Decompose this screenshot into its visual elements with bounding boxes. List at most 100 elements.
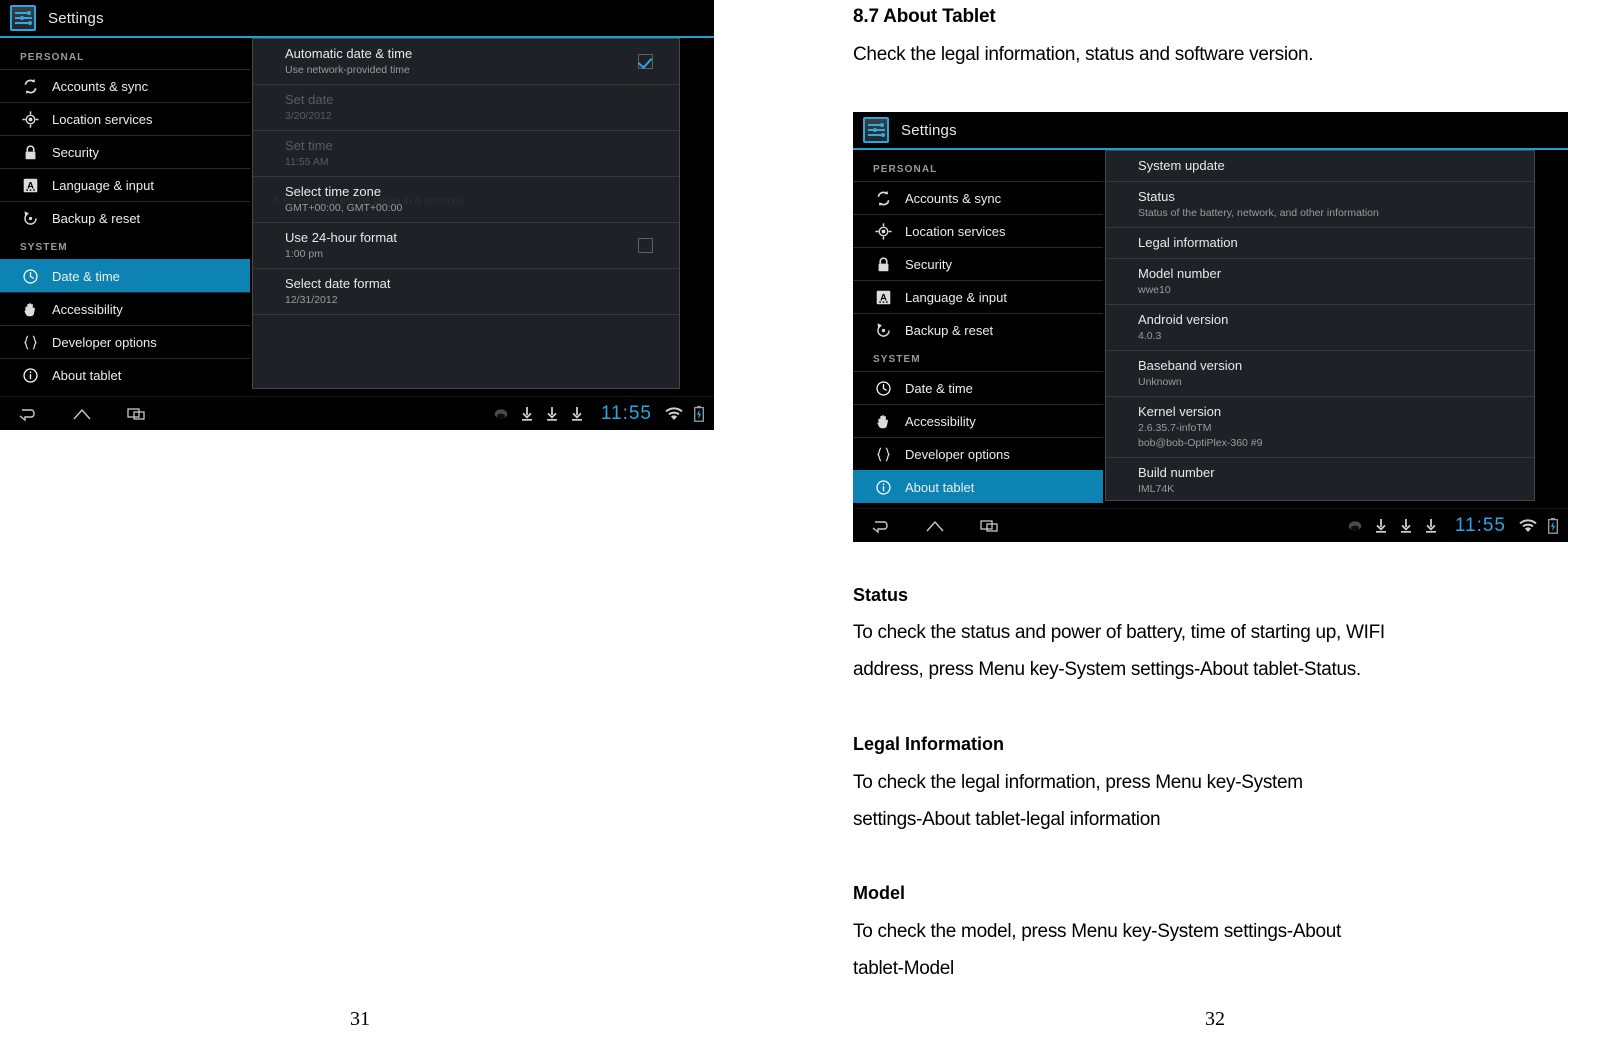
settings-row-baseband-version[interactable]: Baseband version Unknown	[1106, 351, 1534, 397]
sidebar-item-label: Backup & reset	[905, 322, 994, 338]
row-title: Set time	[285, 138, 333, 153]
download-icon[interactable]	[520, 406, 534, 422]
date-time-panel: Automatic date & time Use network-provid…	[252, 38, 680, 389]
sidebar-item-label: About tablet	[905, 479, 975, 495]
settings-row-automatic-date-time[interactable]: Automatic date & time Use network-provid…	[253, 39, 679, 85]
sidebar-item-label: Date & time	[905, 380, 973, 396]
clock-icon	[873, 378, 893, 398]
status-clock: 11:55	[1454, 514, 1506, 536]
sidebar-item-date-time[interactable]: Date & time	[0, 259, 250, 292]
automatic-date-time-checkbox[interactable]	[638, 53, 653, 69]
sidebar-item-accessibility[interactable]: Accessibility	[0, 292, 250, 325]
settings-row-status[interactable]: Status Status of the battery, network, a…	[1106, 182, 1534, 228]
download-icon[interactable]	[545, 406, 559, 422]
settings-row-android-version[interactable]: Android version 4.0.3	[1106, 305, 1534, 351]
row-title: Select time zone	[285, 184, 382, 199]
wifi-icon[interactable]	[1519, 518, 1537, 533]
sidebar-item-language-input[interactable]: A Language & input	[0, 168, 250, 201]
settings-row-set-time[interactable]: Set time 11:55 AM	[253, 131, 679, 177]
sidebar-group-label: SYSTEM	[873, 354, 921, 365]
settings-app-header: Settings	[0, 0, 714, 38]
status-icons[interactable]: 11:55	[1347, 515, 1568, 537]
sidebar-item-location-services[interactable]: Location services	[853, 214, 1103, 247]
wifi-icon[interactable]	[665, 406, 683, 421]
download-icon[interactable]	[1374, 518, 1388, 534]
sidebar-item-label: Accessibility	[52, 301, 123, 317]
sync-icon	[873, 188, 893, 208]
sidebar-item-label: Date & time	[52, 268, 120, 284]
sidebar-item-date-time[interactable]: Date & time	[853, 371, 1103, 404]
sidebar-item-label: Security	[52, 144, 99, 160]
sidebar-item-label: Backup & reset	[52, 210, 141, 226]
settings-sidebar[interactable]: PERSONAL Accounts & sync Location servic…	[0, 38, 250, 396]
sidebar-item-accounts-sync[interactable]: Accounts & sync	[0, 69, 250, 102]
back-icon[interactable]	[869, 516, 893, 536]
row-subtitle: wwe10	[1138, 284, 1171, 296]
recents-icon[interactable]	[124, 404, 148, 424]
section-intro: Check the legal information, status and …	[853, 44, 1314, 65]
sidebar-item-accessibility[interactable]: Accessibility	[853, 404, 1103, 437]
settings-row-select-time-zone[interactable]: Select time zone GMT+00:00, GMT+00:00	[253, 177, 679, 223]
manual-page-spread: Settings PERSONAL Accounts & sync Locati…	[0, 0, 1611, 1060]
sidebar-item-label: Language & input	[52, 177, 154, 193]
download-icon[interactable]	[570, 406, 584, 422]
sidebar-item-backup-reset[interactable]: Backup & reset	[853, 313, 1103, 346]
sidebar-item-location-services[interactable]: Location services	[0, 102, 250, 135]
settings-row-select-date-format[interactable]: Select date format 12/31/2012	[253, 269, 679, 315]
about-tablet-panel: System update Status Status of the batte…	[1105, 150, 1535, 501]
navigation-buttons[interactable]	[853, 516, 1001, 536]
sidebar-item-label: About tablet	[52, 367, 122, 383]
sidebar-item-developer-options[interactable]: Developer options	[853, 437, 1103, 470]
row-title: Legal information	[1138, 235, 1238, 250]
settings-sidebar[interactable]: PERSONAL Accounts & sync Location servic…	[853, 150, 1103, 508]
download-icon[interactable]	[1424, 518, 1438, 534]
sidebar-item-developer-options[interactable]: Developer options	[0, 325, 250, 358]
legal-line-2: settings-About tablet-legal information	[853, 809, 1161, 830]
sidebar-item-about-tablet[interactable]: About tablet	[0, 358, 250, 391]
battery-charging-icon[interactable]	[694, 405, 704, 422]
sidebar-item-label: Location services	[52, 111, 153, 127]
navigation-buttons[interactable]	[0, 404, 148, 424]
sidebar-item-label: Security	[905, 256, 952, 272]
recents-icon[interactable]	[977, 516, 1001, 536]
settings-row-set-date[interactable]: Set date 3/20/2012	[253, 85, 679, 131]
settings-app-header: Settings	[853, 112, 1568, 150]
android-system-bar: 11:55	[0, 396, 714, 430]
settings-row-system-update[interactable]: System update	[1106, 151, 1534, 182]
hand-icon	[20, 299, 40, 319]
row-title: Kernel version	[1138, 404, 1222, 419]
model-line-1: To check the model, press Menu key-Syste…	[853, 921, 1341, 942]
download-icon[interactable]	[1399, 518, 1413, 534]
keyboard-a-icon: A	[20, 175, 40, 195]
sidebar-item-language-input[interactable]: A Language & input	[853, 280, 1103, 313]
usb-icon[interactable]	[493, 406, 509, 422]
status-clock: 11:55	[600, 402, 652, 424]
home-icon[interactable]	[70, 404, 94, 424]
home-icon[interactable]	[923, 516, 947, 536]
settings-row-use-24-hour-format[interactable]: Use 24-hour format 1:00 pm	[253, 223, 679, 269]
row-title: Android version	[1138, 312, 1229, 327]
sidebar-item-security[interactable]: Security	[853, 247, 1103, 280]
status-icons[interactable]: 11:55	[493, 403, 714, 425]
usb-icon[interactable]	[1347, 518, 1363, 534]
row-subtitle: 11:55 AM	[285, 156, 329, 168]
status-line-1: To check the status and power of battery…	[853, 622, 1385, 643]
back-icon[interactable]	[16, 404, 40, 424]
location-icon	[873, 221, 893, 241]
settings-row-model-number[interactable]: Model number wwe10	[1106, 259, 1534, 305]
sidebar-item-backup-reset[interactable]: Backup & reset	[0, 201, 250, 234]
row-title: Select date format	[285, 276, 391, 291]
settings-row-kernel-version[interactable]: Kernel version 2.6.35.7-infoTM bob@bob-O…	[1106, 397, 1534, 458]
sidebar-group-label: SYSTEM	[20, 242, 68, 253]
settings-row-legal-information[interactable]: Legal information	[1106, 228, 1534, 259]
battery-charging-icon[interactable]	[1548, 517, 1558, 534]
row-title: Model number	[1138, 266, 1222, 281]
sidebar-item-security[interactable]: Security	[0, 135, 250, 168]
use-24-hour-format-checkbox[interactable]	[638, 237, 653, 253]
android-screenshot-date-time: Settings PERSONAL Accounts & sync Locati…	[0, 0, 714, 430]
sidebar-item-accounts-sync[interactable]: Accounts & sync	[853, 181, 1103, 214]
sidebar-item-about-tablet[interactable]: About tablet	[853, 470, 1103, 503]
sidebar-group-label: PERSONAL	[873, 164, 938, 175]
settings-row-build-number[interactable]: Build number IML74K	[1106, 458, 1534, 500]
sidebar-group-label: PERSONAL	[20, 52, 85, 63]
